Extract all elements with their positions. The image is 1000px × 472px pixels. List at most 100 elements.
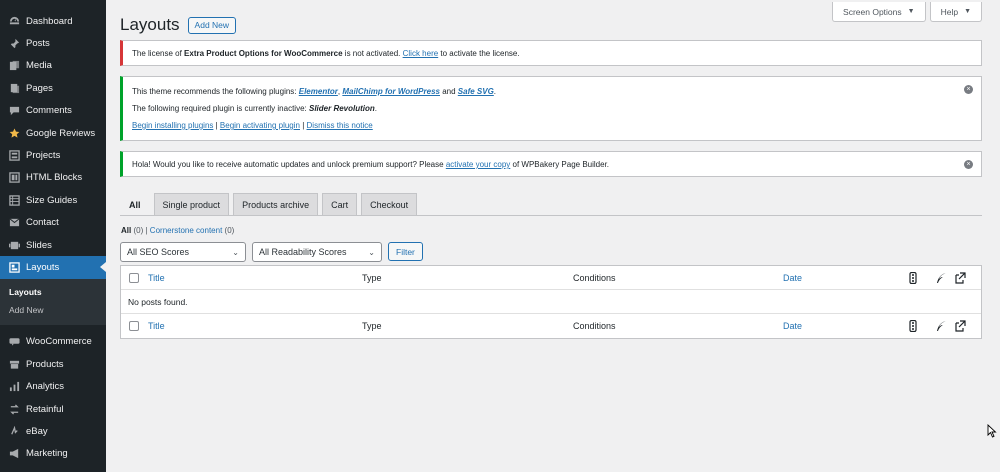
- column-conditions-footer: Conditions: [573, 321, 616, 331]
- dismiss-icon[interactable]: ×: [964, 160, 973, 169]
- sidebar-item-slides[interactable]: Slides: [0, 234, 106, 256]
- tgmpa-notice: × This theme recommends the following pl…: [120, 76, 982, 141]
- sidebar-item-label: Layouts: [26, 261, 60, 273]
- dashboard-icon: [8, 15, 20, 27]
- plugin-link-safe-svg[interactable]: Safe SVG: [458, 87, 494, 96]
- sidebar-item-layouts[interactable]: Layouts: [0, 256, 106, 279]
- sidebar-item-contact[interactable]: Contact: [0, 212, 106, 234]
- sidebar-item-marketing[interactable]: Marketing: [0, 443, 106, 465]
- select-all-checkbox-footer[interactable]: [129, 321, 139, 331]
- tab-products-archive[interactable]: Products archive: [233, 193, 319, 215]
- submenu-item-layouts[interactable]: Layouts: [0, 283, 106, 301]
- help-button[interactable]: Help ▼: [929, 2, 982, 22]
- table-header: Title Type Conditions Date: [121, 266, 981, 290]
- links-count-icon: [954, 271, 966, 284]
- sidebar-item-ebay[interactable]: eBay: [0, 420, 106, 442]
- tabs-divider: [120, 215, 982, 216]
- mail-icon: [8, 217, 20, 229]
- view-filters: All (0) | Cornerstone content (0): [121, 226, 235, 235]
- sidebar-item-analytics[interactable]: Analytics: [0, 375, 106, 397]
- table-icon: [8, 194, 20, 206]
- slides-icon: [8, 239, 20, 251]
- begin-activating-link[interactable]: Begin activating plugin: [220, 121, 300, 130]
- sidebar-item-label: Contact: [26, 217, 59, 229]
- media-icon: [8, 60, 20, 72]
- woo-icon: [8, 336, 20, 348]
- column-date-footer[interactable]: Date: [783, 321, 802, 331]
- sidebar-item-projects[interactable]: Projects: [0, 144, 106, 166]
- tab-checkout[interactable]: Checkout: [361, 193, 418, 215]
- tab-single-product[interactable]: Single product: [153, 193, 230, 215]
- sidebar-item-label: Retainful: [26, 403, 64, 415]
- seo-traffic-light-icon: [907, 320, 919, 332]
- links-count-icon: [954, 320, 966, 332]
- filter-button[interactable]: Filter: [388, 242, 423, 261]
- sidebar-item-woocommerce[interactable]: WooCommerce: [0, 331, 106, 353]
- sidebar-item-pages[interactable]: Pages: [0, 77, 106, 99]
- pages-icon: [8, 82, 20, 94]
- begin-installing-link[interactable]: Begin installing plugins: [132, 121, 213, 130]
- sidebar-item-label: Pages: [26, 82, 53, 94]
- megaphone-icon: [8, 448, 20, 460]
- sidebar-item-dashboard[interactable]: Dashboard: [0, 10, 106, 32]
- blocks-icon: [8, 172, 20, 184]
- view-cornerstone-link[interactable]: Cornerstone content: [150, 226, 223, 235]
- sidebar-item-posts[interactable]: Posts: [0, 32, 106, 54]
- table-footer: Title Type Conditions Date: [121, 314, 981, 338]
- sidebar-item-label: Slides: [26, 239, 52, 251]
- column-type: Type: [362, 272, 382, 283]
- column-type-footer: Type: [362, 321, 382, 331]
- select-all-checkbox[interactable]: [129, 272, 139, 283]
- caret-down-icon: ▼: [964, 8, 971, 15]
- sidebar-item-label: Dashboard: [26, 15, 73, 27]
- table-filters: All SEO Scores ⌄ All Readability Scores ⌄ …: [120, 242, 423, 262]
- sidebar-item-label: Comments: [26, 105, 72, 117]
- screen-options-button[interactable]: Screen Options ▼: [832, 2, 926, 22]
- admin-sidebar: Dashboard Posts Media Pages Comments Google R…: [0, 0, 106, 472]
- tab-cart[interactable]: Cart: [322, 193, 358, 215]
- chevron-down-icon: ⌄: [368, 247, 375, 257]
- layouts-submenu: Layouts Add New: [0, 278, 106, 325]
- plugin-link-elementor[interactable]: Elementor: [299, 87, 338, 96]
- retainful-icon: [8, 403, 20, 415]
- readability-quill-icon: [935, 320, 947, 332]
- sidebar-item-label: HTML Blocks: [26, 172, 83, 184]
- sidebar-item-media[interactable]: Media: [0, 55, 106, 77]
- add-new-button[interactable]: Add New: [187, 16, 237, 34]
- seo-score-select[interactable]: All SEO Scores ⌄: [120, 242, 246, 262]
- activate-copy-link[interactable]: activate your copy: [446, 160, 510, 169]
- plugin-link-mailchimp[interactable]: MailChimp for WordPress: [342, 87, 440, 96]
- layout-type-tabs: All Single product Products archive Cart…: [120, 193, 418, 215]
- sidebar-item-label: Posts: [26, 38, 50, 50]
- page-title: Layouts: [120, 15, 180, 34]
- sidebar-item-size-guides[interactable]: Size Guides: [0, 189, 106, 211]
- submenu-item-add-new[interactable]: Add New: [0, 301, 106, 319]
- dismiss-notice-link[interactable]: Dismiss this notice: [307, 121, 373, 130]
- sidebar-item-html-blocks[interactable]: HTML Blocks: [0, 167, 106, 189]
- readability-quill-icon: [935, 272, 947, 284]
- sidebar-item-label: Products: [26, 358, 64, 370]
- readability-score-select[interactable]: All Readability Scores ⌄: [252, 242, 382, 262]
- view-all-link[interactable]: All: [121, 226, 131, 235]
- sidebar-item-label: Size Guides: [26, 194, 78, 206]
- portfolio-icon: [8, 150, 20, 162]
- sidebar-item-google-reviews[interactable]: Google Reviews: [0, 122, 106, 144]
- chevron-down-icon: ⌄: [232, 247, 239, 257]
- tab-all[interactable]: All: [120, 193, 150, 215]
- column-title-footer[interactable]: Title: [148, 321, 165, 331]
- caret-down-icon: ▼: [907, 8, 915, 15]
- sidebar-item-label: Projects: [26, 150, 61, 162]
- empty-message: No posts found.: [128, 296, 188, 307]
- column-title[interactable]: Title: [148, 273, 165, 283]
- wpbakery-notice: × Hola! Would you like to receive automa…: [120, 151, 982, 177]
- seo-traffic-light-icon: [907, 271, 919, 284]
- sidebar-item-comments[interactable]: Comments: [0, 100, 106, 122]
- column-date[interactable]: Date: [783, 273, 802, 283]
- sidebar-item-label: Google Reviews: [26, 127, 96, 139]
- activate-license-link[interactable]: Click here: [403, 49, 439, 58]
- sidebar-item-retainful[interactable]: Retainful: [0, 398, 106, 420]
- mouse-cursor-icon: [987, 423, 997, 440]
- dismiss-icon[interactable]: ×: [964, 85, 973, 94]
- ebay-icon: [8, 425, 20, 437]
- sidebar-item-products[interactable]: Products: [0, 353, 106, 375]
